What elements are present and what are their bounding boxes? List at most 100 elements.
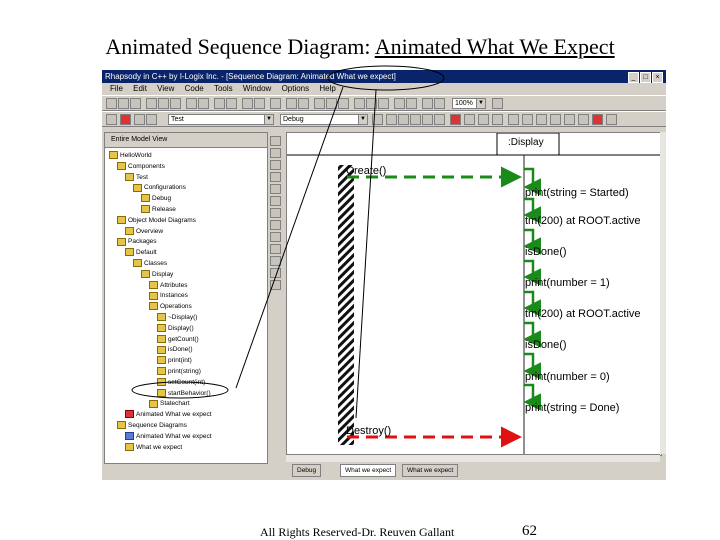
configuration-combo[interactable]: Test ▼: [168, 114, 274, 125]
tree-item[interactable]: setCount(int): [157, 378, 205, 388]
tree-item[interactable]: Sequence Diagrams: [117, 421, 187, 431]
cut-icon[interactable]: [146, 98, 157, 109]
tree-item[interactable]: Test: [125, 172, 148, 183]
tree-item[interactable]: Release: [141, 205, 176, 215]
message-1[interactable]: print(string = Started): [523, 167, 629, 199]
instance-icon[interactable]: [386, 114, 397, 125]
menu-file[interactable]: File: [110, 84, 123, 93]
dataflow-icon[interactable]: [550, 114, 561, 125]
grid-icon[interactable]: [434, 98, 445, 109]
create-arrow-icon[interactable]: [270, 184, 281, 194]
message-5[interactable]: tm(200) at ROOT.active: [523, 290, 641, 320]
tree-item[interactable]: Animated What we expect: [125, 432, 212, 442]
save-icon[interactable]: [130, 98, 141, 109]
diagram-horizontal-scrollbar[interactable]: [286, 454, 660, 462]
tree-item[interactable]: Debug: [141, 194, 171, 204]
tree-item[interactable]: isDone(): [157, 345, 193, 355]
tree-item[interactable]: Object Model Diagrams: [117, 216, 196, 226]
tree-item[interactable]: Statechart: [149, 399, 190, 409]
cancel-timeout-icon[interactable]: [434, 114, 445, 125]
reply-arrow-icon[interactable]: [270, 172, 281, 182]
message-4[interactable]: print(number = 1): [523, 259, 610, 289]
open-icon[interactable]: [118, 98, 129, 109]
tree-item[interactable]: Operations: [149, 302, 192, 312]
tree-item[interactable]: Instances: [149, 291, 188, 301]
chevron-down-icon[interactable]: ▼: [264, 115, 273, 124]
text-tool-icon[interactable]: [270, 256, 281, 266]
environment-icon[interactable]: [564, 114, 575, 125]
menu-help[interactable]: Help: [319, 84, 335, 93]
new-icon[interactable]: [106, 98, 117, 109]
message-3[interactable]: isDone(): [523, 228, 567, 258]
destroy-arrow-icon[interactable]: [270, 196, 281, 206]
condition-icon[interactable]: [464, 114, 475, 125]
tree-item[interactable]: startBehavior(): [157, 388, 211, 399]
zoom-combo[interactable]: 100% ▼: [452, 98, 486, 109]
diagram-icon[interactable]: [314, 98, 325, 109]
zoom-out-icon[interactable]: [338, 98, 349, 109]
message-arrow-icon[interactable]: [270, 160, 281, 170]
make-icon[interactable]: [134, 114, 145, 125]
anchor-icon[interactable]: [522, 114, 533, 125]
print-preview-icon[interactable]: [198, 98, 209, 109]
minimize-button[interactable]: _: [628, 72, 639, 83]
tree-item[interactable]: Overview: [125, 226, 163, 237]
layout-icon[interactable]: [422, 98, 433, 109]
partition-icon[interactable]: [508, 114, 519, 125]
tab-what-we-expect[interactable]: What we expect: [402, 464, 459, 477]
select-icon[interactable]: [372, 114, 383, 125]
tree-item[interactable]: Packages: [117, 237, 157, 247]
tree-item[interactable]: print(int): [157, 356, 192, 366]
stop-icon[interactable]: [406, 98, 417, 109]
time-interval-icon[interactable]: [536, 114, 547, 125]
destroy-icon[interactable]: [450, 114, 461, 125]
print-icon[interactable]: [186, 98, 197, 109]
animation-break-icon[interactable]: [592, 114, 603, 125]
close-button[interactable]: ×: [652, 72, 663, 83]
replace-icon[interactable]: [254, 98, 265, 109]
paste-icon[interactable]: [170, 98, 181, 109]
chevron-down-icon[interactable]: ▼: [358, 115, 367, 124]
tree-item[interactable]: print(string): [157, 367, 201, 377]
zoom-in-icon[interactable]: [326, 98, 337, 109]
timeout-icon[interactable]: [422, 114, 433, 125]
redo-icon[interactable]: [226, 98, 237, 109]
tab-what-we-expect-active[interactable]: What we expect: [340, 464, 397, 477]
anchor-tool-icon[interactable]: [270, 268, 281, 278]
condition-tool-icon[interactable]: [270, 220, 281, 230]
step-icon[interactable]: [366, 98, 377, 109]
message-8[interactable]: print(string = Done): [523, 383, 619, 414]
refresh-icon[interactable]: [492, 98, 503, 109]
tree-item[interactable]: HelloWorld: [109, 151, 152, 161]
partition-tool-icon[interactable]: [270, 244, 281, 254]
tree-item[interactable]: Attributes: [149, 280, 187, 291]
browser-icon[interactable]: [286, 98, 297, 109]
menu-edit[interactable]: Edit: [133, 84, 147, 93]
message-6[interactable]: isDone(): [523, 321, 567, 351]
message-icon[interactable]: [398, 114, 409, 125]
find-icon[interactable]: [242, 98, 253, 109]
features-icon[interactable]: [298, 98, 309, 109]
menu-window[interactable]: Window: [243, 84, 271, 93]
undo-icon[interactable]: [214, 98, 225, 109]
note-tool-icon[interactable]: [270, 232, 281, 242]
tree-item[interactable]: Display(): [157, 324, 194, 334]
message-2[interactable]: tm(200) at ROOT.active: [523, 197, 641, 227]
menu-code[interactable]: Code: [185, 84, 204, 93]
tree-item[interactable]: Default: [125, 248, 157, 258]
tree-item[interactable]: Animated What we expect: [125, 410, 212, 420]
tree-item[interactable]: Components: [117, 162, 165, 172]
message-7[interactable]: print(number = 0): [523, 352, 610, 383]
copy-icon[interactable]: [158, 98, 169, 109]
delete-icon[interactable]: [270, 98, 281, 109]
mode-combo[interactable]: Debug ▼: [280, 114, 368, 125]
menu-tools[interactable]: Tools: [214, 84, 233, 93]
pointer-icon[interactable]: [270, 136, 281, 146]
tab-debug[interactable]: Debug: [292, 464, 322, 477]
timeout-tool-icon[interactable]: [270, 208, 281, 218]
maximize-button[interactable]: □: [640, 72, 651, 83]
tree-item[interactable]: Display: [141, 270, 173, 280]
reply-icon[interactable]: [410, 114, 421, 125]
tree-item[interactable]: Classes: [133, 259, 167, 269]
instance-line-icon[interactable]: [270, 148, 281, 158]
